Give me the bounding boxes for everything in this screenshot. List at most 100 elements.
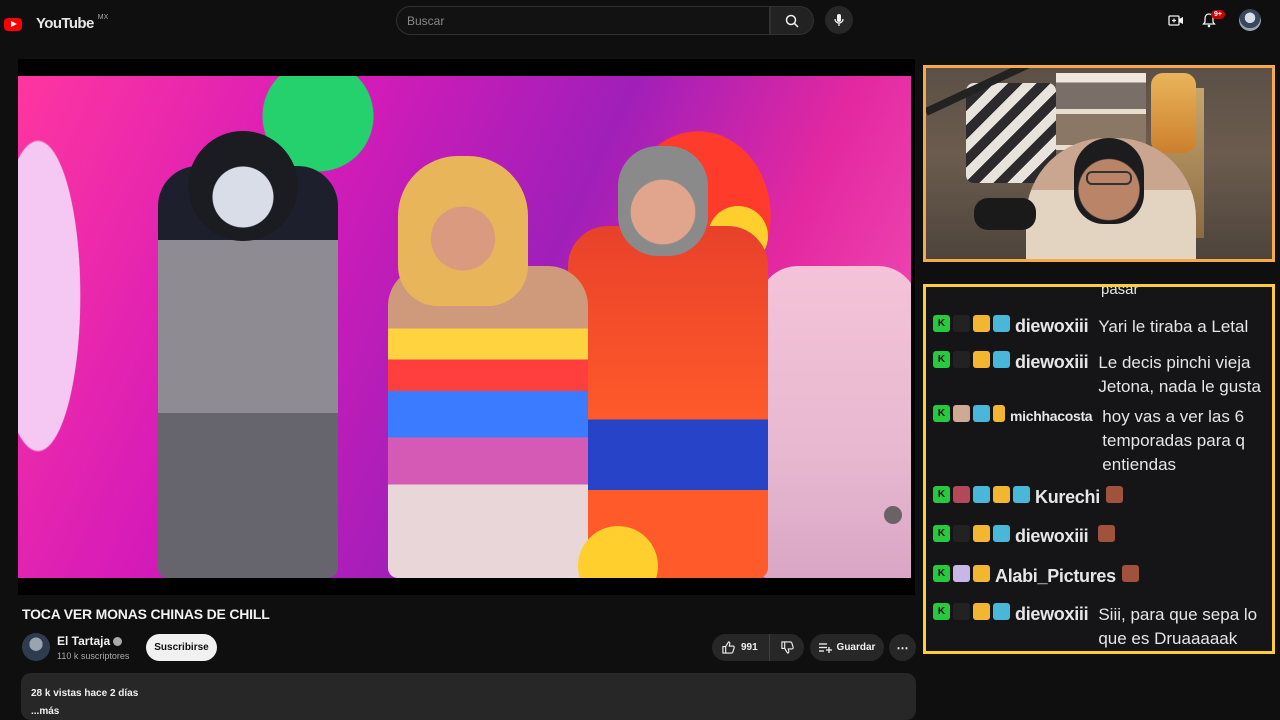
user-avatar	[953, 405, 970, 422]
user-avatar	[953, 486, 970, 503]
performer-left-head	[188, 131, 298, 241]
chat-text-line: entiendas	[1102, 455, 1177, 474]
account-avatar[interactable]	[1239, 9, 1261, 31]
sub-badge-icon	[993, 603, 1010, 620]
channel-avatar[interactable]	[22, 633, 50, 661]
crown-badge-icon	[973, 603, 990, 620]
youtube-logo-icon	[4, 17, 22, 31]
chat-username: diewoxiii	[1015, 316, 1089, 336]
user-avatar	[953, 315, 970, 332]
chat-message: K diewoxiii Siii, para que sepa lo que e…	[933, 603, 1257, 651]
kick-badge-icon: K	[933, 405, 950, 422]
chat-overlay: pasar K diewoxiii Yari le tiraba a Letal…	[923, 284, 1275, 654]
chat-text-line: Siii, para que sepa lo	[1098, 605, 1258, 624]
playlist-add-icon	[818, 643, 832, 653]
chat-message: K Kurechi	[933, 486, 1126, 508]
subscribe-button[interactable]: Suscribirse	[146, 634, 217, 661]
ag-badge-icon	[973, 405, 990, 422]
kick-badge-icon: K	[933, 525, 950, 542]
mic-icon	[834, 14, 844, 26]
stream-watermark-icon	[884, 506, 902, 524]
chat-username: diewoxiii	[1015, 526, 1089, 546]
chat-text-line: que es Druaaaaak	[1098, 629, 1238, 648]
top-bar: YouTube MX Buscar 9+	[0, 0, 1280, 40]
sub-badge-icon	[1013, 486, 1030, 503]
chat-text-line: Jetona, nada le gusta	[1098, 377, 1261, 396]
chat-text: hoy vas a ver las 6 temporadas para q en…	[1102, 405, 1245, 477]
kick-badge-icon: K	[933, 351, 950, 368]
performer-center-head	[398, 156, 528, 306]
video-title: TOCA VER MONAS CHINAS DE CHILL	[22, 606, 270, 622]
crown-badge-icon	[973, 351, 990, 368]
verified-icon	[113, 637, 123, 647]
video-frame	[18, 76, 911, 578]
sub-badge-icon	[993, 525, 1010, 542]
channel-name[interactable]: El Tartaja	[57, 634, 123, 648]
webcam-overlay	[923, 65, 1275, 262]
chat-message: K michhacosta hoy vas a ver las 6 tempor…	[933, 405, 1245, 477]
save-label: Guardar	[836, 642, 876, 653]
views-and-date: 28 k vistas hace 2 días	[31, 688, 139, 699]
kick-badge-icon: K	[933, 603, 950, 620]
poster	[1151, 73, 1196, 153]
description-box[interactable]: 28 k vistas hace 2 días ...más	[21, 673, 916, 720]
voice-search-button[interactable]	[825, 6, 853, 34]
create-video-icon	[1168, 15, 1183, 26]
video-player[interactable]	[18, 59, 915, 595]
chat-message: K Alabi_Pictures	[933, 565, 1142, 587]
performer-red-suit	[568, 226, 768, 578]
thumbs-up-icon	[722, 641, 735, 654]
dislike-button[interactable]	[770, 634, 804, 661]
create-button[interactable]	[1166, 10, 1186, 30]
like-dislike-group: 991	[712, 634, 804, 661]
logo-country: MX	[97, 13, 109, 21]
notification-badge: 9+	[1211, 10, 1225, 19]
streamer-glasses	[1086, 171, 1132, 185]
subscriber-count: 110 k suscriptores	[57, 651, 130, 661]
microphone	[974, 198, 1036, 230]
like-count: 991	[741, 642, 758, 653]
crown-badge-icon	[973, 315, 990, 332]
user-avatar	[953, 351, 970, 368]
crown-badge-icon	[973, 565, 990, 582]
save-button[interactable]: Guardar	[810, 634, 884, 661]
search-placeholder: Buscar	[407, 13, 445, 28]
emote-icon	[1105, 486, 1123, 503]
chat-text-line: temporadas para q	[1102, 431, 1245, 450]
sub-badge-icon	[993, 351, 1010, 368]
hammer-badge-icon	[973, 486, 990, 503]
performer-center	[388, 266, 588, 578]
crown-badge-icon	[993, 486, 1010, 503]
chat-username: michhacosta	[1010, 408, 1093, 424]
chat-text: Le decis pinchi vieja Jetona, nada le gu…	[1098, 351, 1261, 399]
search-input[interactable]: Buscar	[396, 6, 770, 35]
chat-text-line: Le decis pinchi vieja	[1098, 353, 1251, 372]
chat-username: Kurechi	[1035, 487, 1100, 507]
kick-badge-icon: K	[933, 565, 950, 582]
channel-name-text: El Tartaja	[57, 634, 111, 648]
chat-username: diewoxiii	[1015, 604, 1089, 624]
like-button[interactable]: 991	[712, 634, 770, 661]
chat-username: diewoxiii	[1015, 352, 1089, 372]
kick-badge-icon: K	[933, 315, 950, 332]
chat-username: Alabi_Pictures	[995, 566, 1116, 586]
performer-red-suit-head	[618, 146, 708, 256]
chat-cutoff-text: pasar	[1101, 284, 1139, 298]
chat-text: Yari le tiraba a Letal	[1098, 317, 1249, 336]
user-avatar	[953, 525, 970, 542]
crown-badge-icon	[993, 405, 1005, 422]
search-button[interactable]	[770, 6, 814, 35]
sub-badge-icon	[993, 315, 1010, 332]
kick-badge-icon: K	[933, 486, 950, 503]
thumbs-down-icon	[780, 641, 794, 654]
more-actions-button[interactable]: ⋯	[889, 634, 916, 661]
emote-icon	[1121, 565, 1139, 582]
chat-message: K diewoxiii	[933, 525, 1118, 547]
logo-text: YouTube	[36, 15, 94, 32]
performer-right	[758, 266, 911, 578]
chat-text-line: hoy vas a ver las 6	[1102, 407, 1245, 426]
user-avatar	[953, 565, 970, 582]
emote-icon	[1098, 525, 1116, 542]
youtube-logo[interactable]: YouTube MX	[4, 12, 108, 36]
show-more-link[interactable]: ...más	[31, 706, 906, 717]
